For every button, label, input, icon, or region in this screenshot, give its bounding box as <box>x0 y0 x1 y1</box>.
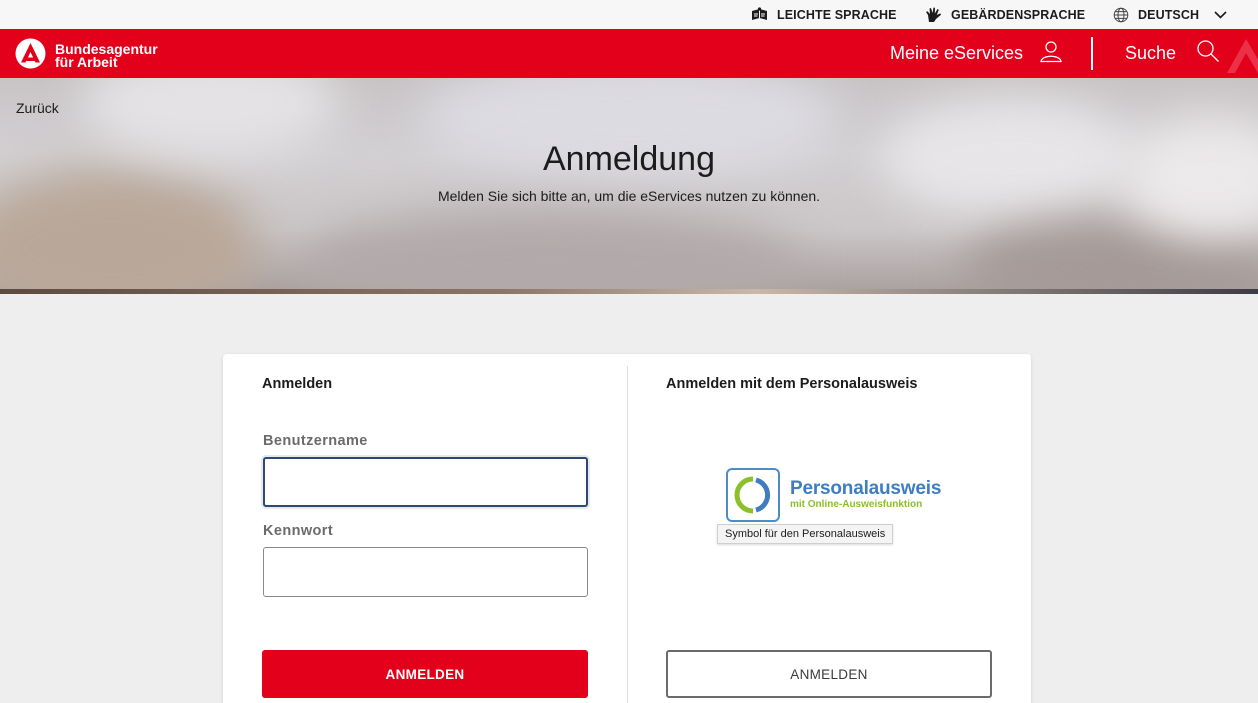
language-label: DEUTSCH <box>1138 7 1200 22</box>
hero-banner: Zurück Anmeldung Melden Sie sich bitte a… <box>0 78 1258 294</box>
page-subtitle: Melden Sie sich bitte an, um die eServic… <box>437 188 821 204</box>
ba-corner-mark <box>1222 29 1258 78</box>
password-label: Kennwort <box>263 523 334 539</box>
eid-login-button[interactable]: ANMELDEN <box>666 650 992 698</box>
login-button[interactable]: ANMELDEN <box>262 650 588 698</box>
login-title: Anmelden <box>262 376 333 392</box>
eid-logo-sub: mit Online-Ausweisfunktion <box>790 499 923 510</box>
logo-line-2: für Arbeit <box>55 54 118 70</box>
username-label: Benutzername <box>263 433 368 449</box>
language-selector[interactable]: DEUTSCH <box>1113 0 1227 29</box>
sign-language-hand-icon <box>925 7 942 23</box>
page-title: Anmeldung <box>542 140 715 178</box>
hero-bottom-strip <box>0 289 1258 294</box>
eid-logo-main: Personalausweis <box>790 478 942 499</box>
username-field[interactable] <box>263 457 588 507</box>
utility-bar: LEICHTE SPRACHE GEBÄRDENSPRACHE DEUTSCH <box>0 0 1258 29</box>
search-icon <box>1196 39 1220 68</box>
ba-logo[interactable]: Bundesagentur für Arbeit <box>15 38 158 74</box>
eid-logo-text: Personalausweis mit Online-Ausweisfunkti… <box>790 479 941 511</box>
eid-logo-tooltip: Symbol für den Personalausweis <box>717 524 894 544</box>
easy-language-icon <box>751 7 768 22</box>
my-eservices-link[interactable]: Meine eServices <box>890 29 1063 78</box>
password-field[interactable] <box>263 547 588 597</box>
eid-login-title: Anmelden mit dem Personalausweis <box>666 376 918 392</box>
globe-icon <box>1113 7 1129 23</box>
eid-ring-icon <box>726 468 780 522</box>
sign-language-label: GEBÄRDENSPRACHE <box>951 7 1086 22</box>
my-eservices-label: Meine eServices <box>890 43 1024 63</box>
main-header: Bundesagentur für Arbeit Meine eServices… <box>0 29 1258 78</box>
user-icon <box>1039 39 1063 68</box>
search-link[interactable]: Suche <box>1125 29 1220 78</box>
easy-language-link[interactable]: LEICHTE SPRACHE <box>751 0 897 29</box>
column-divider <box>627 366 628 703</box>
back-link[interactable]: Zurück <box>16 100 59 116</box>
nav-separator <box>1091 37 1093 70</box>
personalausweis-logo: Personalausweis mit Online-Ausweisfunkti… <box>726 468 941 522</box>
sign-language-link[interactable]: GEBÄRDENSPRACHE <box>925 0 1085 29</box>
login-card: Anmelden Benutzername Kennwort ANMELDEN … <box>223 354 1031 703</box>
easy-language-label: LEICHTE SPRACHE <box>777 7 897 22</box>
chevron-down-icon <box>1214 10 1227 19</box>
ba-logo-icon <box>15 38 46 74</box>
logo-text: Bundesagentur für Arbeit <box>55 42 158 70</box>
search-label: Suche <box>1125 43 1177 63</box>
